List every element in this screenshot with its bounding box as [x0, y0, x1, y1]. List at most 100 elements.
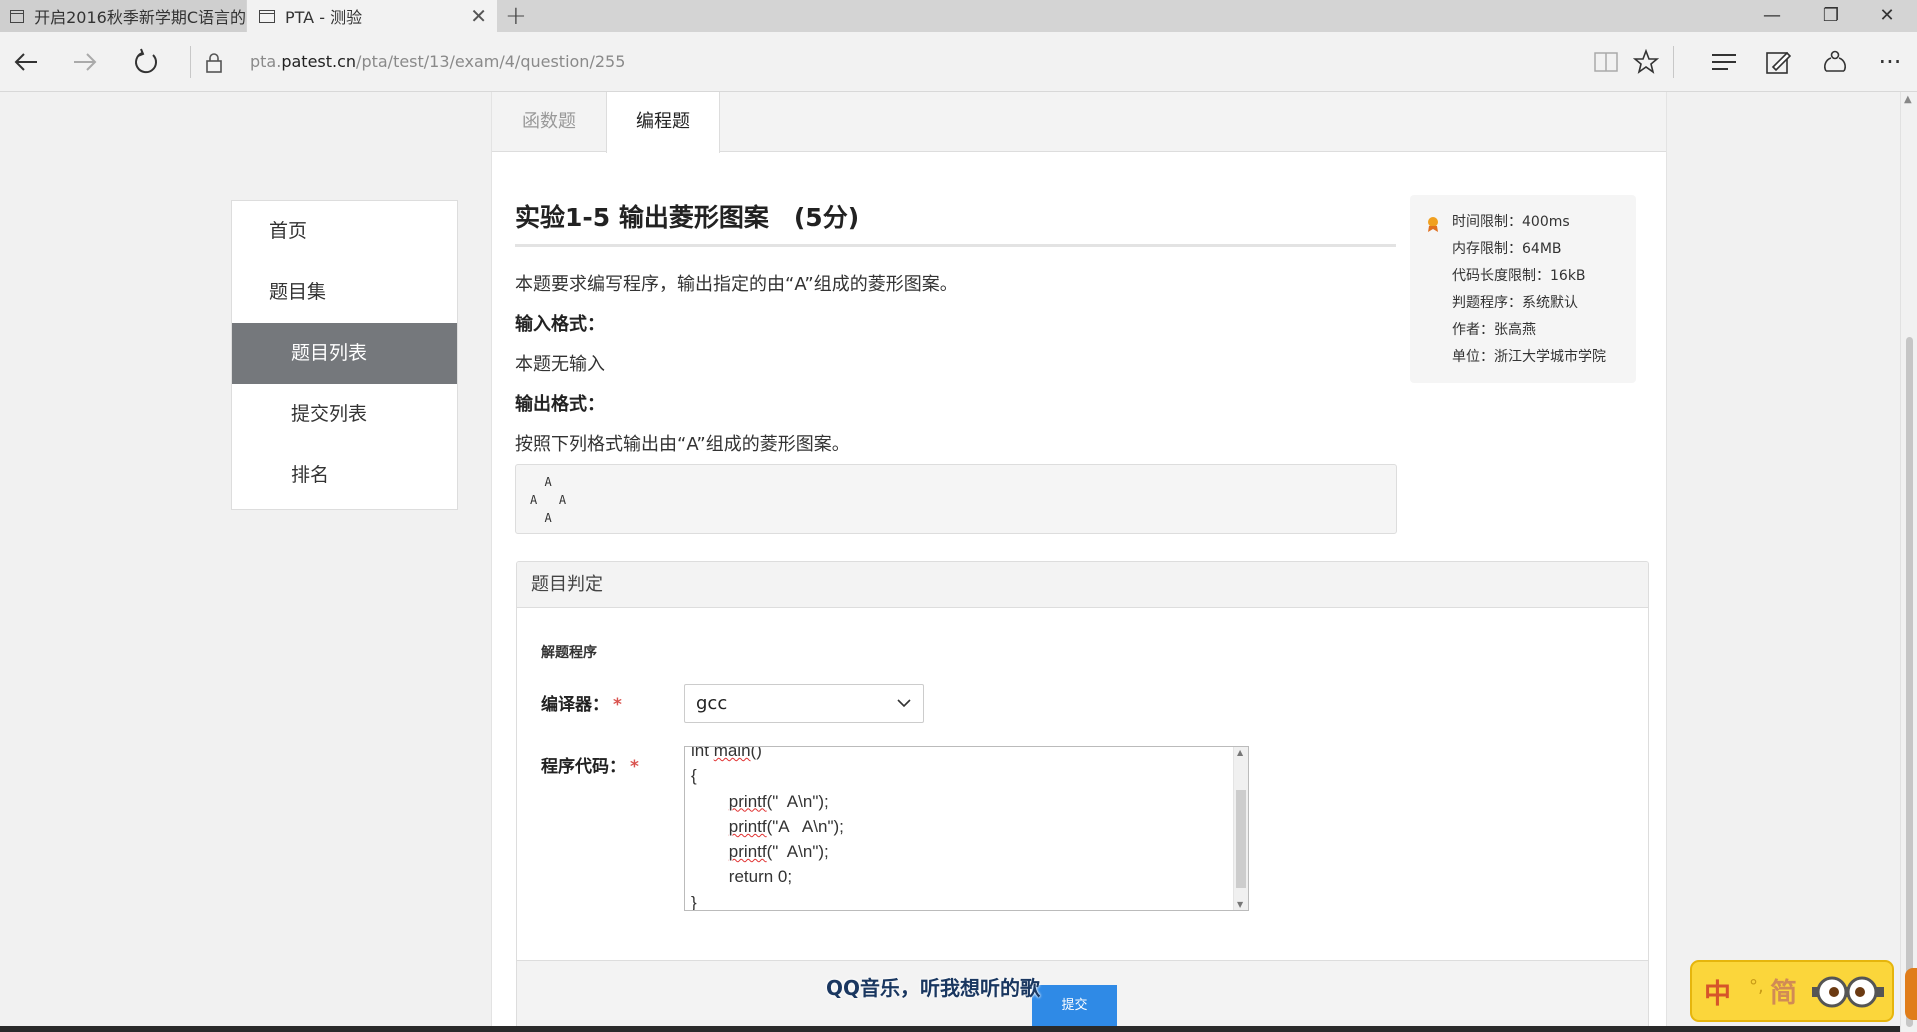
- sidebar-item-home[interactable]: 首页: [232, 201, 457, 262]
- compiler-label-text: 编译器：: [541, 695, 609, 715]
- hub-icon[interactable]: [1708, 46, 1740, 78]
- compiler-label: 编译器： *: [541, 690, 622, 715]
- medal-icon: [1428, 217, 1438, 232]
- reading-view-icon[interactable]: [1590, 46, 1622, 78]
- code-line: printf("A A\n");: [691, 814, 844, 839]
- code-line: printf(" A\n");: [691, 839, 844, 864]
- favorite-star-icon[interactable]: [1630, 46, 1662, 78]
- code-line: }: [691, 890, 844, 911]
- qq-music-lyric-overlay: QQ音乐，听我想听的歌: [826, 976, 1041, 1000]
- browser-tab-pta[interactable]: PTA - 测验 ✕: [247, 0, 497, 32]
- new-tab-icon[interactable]: +: [505, 1, 527, 31]
- judge-program: 判题程序：系统默认: [1452, 295, 1578, 311]
- sample-output-text: A A A A: [530, 475, 567, 525]
- page-scroll-thumb[interactable]: [1906, 337, 1913, 1027]
- compiler-select[interactable]: gcc: [684, 684, 924, 723]
- solution-section-title: 解题程序: [541, 645, 597, 661]
- lock-icon: [206, 53, 222, 73]
- code-label: 程序代码： *: [541, 752, 639, 777]
- judge-footer: 提交: [517, 960, 1648, 1031]
- code-editor[interactable]: int main(){ printf(" A\n"); printf("A A\…: [684, 746, 1249, 911]
- tab-title: 开启2016秋季新学期C语言的: [34, 8, 246, 27]
- chevron-down-icon: [897, 699, 911, 708]
- scroll-up-icon[interactable]: ▲: [1237, 748, 1243, 757]
- close-tab-icon[interactable]: ✕: [470, 4, 487, 28]
- problem-description: 本题要求编写程序，输出指定的由“A”组成的菱形图案。: [515, 274, 958, 295]
- page-scrollbar[interactable]: ▲: [1900, 92, 1917, 1032]
- back-arrow-icon[interactable]: [6, 42, 46, 82]
- memory-limit: 内存限制：64MB: [1452, 241, 1562, 257]
- scroll-down-icon[interactable]: ▼: [1237, 900, 1243, 909]
- scroll-up-icon[interactable]: ▲: [1904, 94, 1912, 105]
- share-icon[interactable]: [1819, 46, 1851, 78]
- code-token: int: [691, 746, 714, 760]
- ime-mode-chinese[interactable]: 中: [1704, 972, 1731, 1011]
- submit-button[interactable]: 提交: [1032, 985, 1117, 1030]
- sidebar-nav: 首页 题目集 题目列表 提交列表 排名: [231, 200, 458, 510]
- forward-arrow-icon[interactable]: [65, 42, 105, 82]
- main-panel: 函数题 编程题 实验1-5 输出菱形图案 (5分) 本题要求编写程序，输出指定的…: [491, 92, 1667, 1032]
- problem-title: 实验1-5 输出菱形图案 (5分): [515, 203, 860, 232]
- sidebar-item-ranking[interactable]: 排名: [232, 445, 457, 506]
- code-text[interactable]: int main(){ printf(" A\n"); printf("A A\…: [691, 746, 844, 911]
- ime-simplified[interactable]: 简: [1770, 971, 1797, 1010]
- time-limit: 时间限制：400ms: [1452, 214, 1570, 230]
- code-label-text: 程序代码：: [541, 757, 626, 777]
- limits-panel: 时间限制：400ms 内存限制：64MB 代码长度限制：16kB 判题程序：系统…: [1410, 195, 1636, 383]
- ime-side-tab[interactable]: [1905, 968, 1917, 1020]
- ime-toolbar[interactable]: 中 °, 简: [1690, 960, 1894, 1022]
- separator: [190, 46, 191, 78]
- taskbar-edge: [0, 1026, 1900, 1032]
- more-options-icon[interactable]: ···: [1874, 46, 1906, 78]
- divider: [515, 244, 1396, 247]
- close-window-button[interactable]: ✕: [1857, 0, 1917, 32]
- input-format-text: 本题无输入: [515, 354, 605, 375]
- minimize-button[interactable]: —: [1742, 0, 1802, 32]
- address-bar: pta.patest.cn/pta/test/13/exam/4/questio…: [0, 32, 1917, 92]
- judge-panel: 题目判定 解题程序 编译器： * gcc 程序代码： * int main(){ p…: [516, 561, 1649, 1032]
- tab-function-problems[interactable]: 函数题: [492, 92, 606, 153]
- required-mark: *: [613, 695, 622, 715]
- input-format-heading: 输入格式：: [515, 314, 605, 335]
- code-line: printf(" A\n");: [691, 789, 844, 814]
- author: 作者：张高燕: [1452, 322, 1536, 338]
- code-length-limit: 代码长度限制：16kB: [1452, 268, 1586, 284]
- sample-output-box: A A A A: [515, 464, 1397, 534]
- unit: 单位：浙江大学城市学院: [1452, 349, 1606, 365]
- refresh-icon[interactable]: [126, 42, 166, 82]
- url-prefix: pta.: [250, 52, 282, 71]
- output-format-text: 按照下列格式输出由“A”组成的菱形图案。: [515, 434, 850, 455]
- code-scroll-thumb[interactable]: [1236, 790, 1246, 888]
- sidebar-item-submissions[interactable]: 提交列表: [232, 384, 457, 445]
- page-icon: [259, 9, 275, 23]
- code-line: int main(): [691, 746, 844, 763]
- code-token: return 0;: [691, 867, 793, 887]
- code-line: {: [691, 763, 844, 788]
- code-token: ("A A\n");: [766, 816, 844, 836]
- page-icon: [10, 9, 25, 23]
- code-line: return 0;: [691, 864, 844, 889]
- code-token: (): [750, 746, 762, 760]
- sidebar-item-problem-sets[interactable]: 题目集: [232, 262, 457, 323]
- spellcheck-flagged-token: printf: [728, 791, 767, 811]
- code-token: {: [691, 766, 697, 786]
- browser-tab-c-course[interactable]: 开启2016秋季新学期C语言的: [0, 0, 246, 32]
- restore-button[interactable]: ❐: [1801, 0, 1861, 32]
- ime-punctuation[interactable]: °,: [1749, 976, 1764, 997]
- code-token: }: [691, 892, 697, 911]
- problem-type-tabs: 函数题 编程题: [492, 92, 1666, 153]
- browser-tab-bar: 开启2016秋季新学期C语言的 PTA - 测验 ✕ + — ❐ ✕: [0, 0, 1917, 32]
- web-note-icon[interactable]: [1762, 46, 1794, 78]
- url-field[interactable]: pta.patest.cn/pta/test/13/exam/4/questio…: [250, 52, 625, 71]
- ime-mascot-icon[interactable]: [1812, 973, 1884, 1013]
- tab-title: PTA - 测验: [285, 8, 363, 27]
- spellcheck-flagged-token: printf: [728, 842, 767, 862]
- output-format-heading: 输出格式：: [515, 394, 605, 415]
- sidebar-item-problem-list[interactable]: 题目列表: [232, 323, 457, 384]
- tab-programming-problems[interactable]: 编程题: [606, 92, 720, 153]
- code-token: (" A\n");: [766, 791, 829, 811]
- code-scrollbar[interactable]: ▲ ▼: [1233, 747, 1248, 910]
